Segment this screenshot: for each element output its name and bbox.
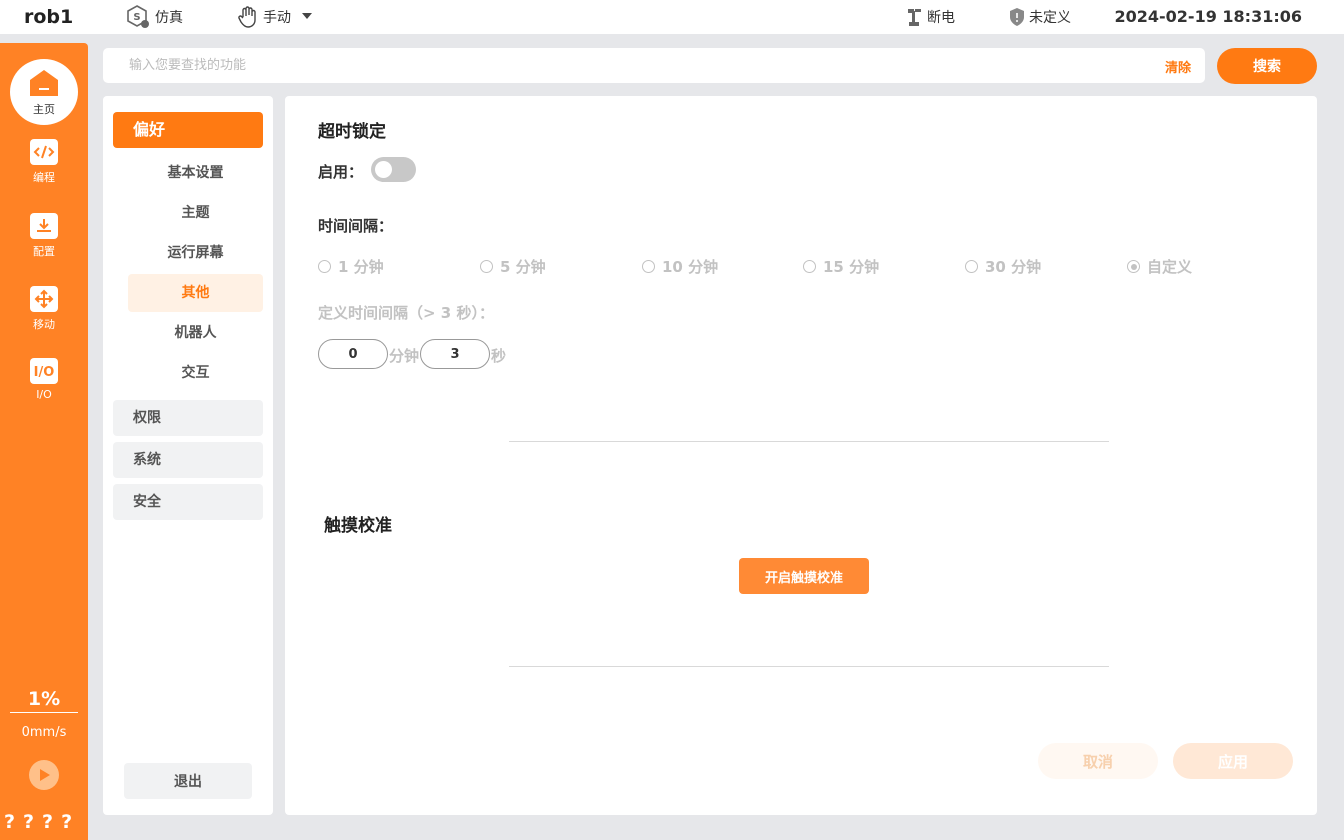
toggle-knob <box>375 161 392 178</box>
hand-icon <box>238 6 256 28</box>
search-input[interactable] <box>115 48 1115 83</box>
enable-label: 启用： <box>318 163 364 181</box>
chevron-down-icon <box>302 13 312 19</box>
safety-label: 未定义 <box>1029 10 1071 26</box>
power-label: 断电 <box>927 10 955 26</box>
nav-programming-label: 编程 <box>33 171 55 184</box>
menu-item-robot[interactable]: 机器人 <box>128 314 263 352</box>
play-button[interactable] <box>29 760 59 790</box>
robot-name: rob1 <box>24 6 74 28</box>
side-nav: 主页 编程 配置 移动 I/O I/O 1% 0mm/s ???? <box>0 43 88 840</box>
radio-circle <box>803 260 816 273</box>
search-bar: 清除 <box>103 48 1205 83</box>
datetime-display: 2024-02-19 18:31:06 <box>1114 7 1302 26</box>
robot-arm-icon <box>908 9 921 26</box>
radio-1-min[interactable]: 1 分钟 <box>318 256 384 277</box>
exit-button[interactable]: 退出 <box>124 763 252 799</box>
speed-percent[interactable]: 1% <box>10 688 78 713</box>
radio-circle-selected <box>1127 260 1140 273</box>
radio-label: 10 分钟 <box>662 258 719 276</box>
svg-text:I/O: I/O <box>34 365 55 380</box>
radio-circle <box>318 260 331 273</box>
nav-programming[interactable]: 编程 <box>0 139 88 185</box>
nav-home[interactable]: 主页 <box>10 59 78 125</box>
nav-move-label: 移动 <box>33 318 55 331</box>
config-download-icon <box>30 213 58 239</box>
simulation-icon: S <box>127 5 149 28</box>
radio-label: 15 分钟 <box>823 258 880 276</box>
cancel-button[interactable]: 取消 <box>1038 743 1158 779</box>
category-permissions[interactable]: 权限 <box>113 400 263 436</box>
seconds-unit: 秒 <box>491 347 507 365</box>
minutes-unit: 分钟 <box>389 347 420 365</box>
menu-item-basic-settings[interactable]: 基本设置 <box>128 154 263 192</box>
power-status: 断电 <box>906 4 955 30</box>
shield-icon <box>1010 8 1024 26</box>
menu-item-other[interactable]: 其他 <box>128 274 263 312</box>
nav-io-label: I/O <box>36 388 52 401</box>
radio-label: 5 分钟 <box>500 258 546 276</box>
menu-item-interaction[interactable]: 交互 <box>128 354 263 392</box>
top-bar: rob1 S 仿真 手动 断电 未定义 2024-02-19 18:31:06 <box>0 0 1344 34</box>
enable-toggle[interactable] <box>371 157 416 182</box>
radio-30-min[interactable]: 30 分钟 <box>965 256 1041 277</box>
home-icon <box>30 69 58 96</box>
radio-custom[interactable]: 自定义 <box>1127 256 1192 277</box>
nav-move[interactable]: 移动 <box>0 286 88 332</box>
radio-label: 自定义 <box>1147 258 1193 276</box>
settings-menu: 偏好 基本设置 主题 运行屏幕 其他 机器人 交互 权限 系统 安全 退出 <box>103 96 273 815</box>
clear-button[interactable]: 清除 <box>1165 57 1191 76</box>
nav-home-label: 主页 <box>33 102 55 116</box>
settings-content: 超时锁定 启用： 时间间隔： 1 分钟 5 分钟 10 分钟 15 分钟 30 … <box>285 96 1317 815</box>
speed-value: 0mm/s <box>21 725 67 740</box>
apply-button[interactable]: 应用 <box>1173 743 1293 779</box>
timeout-lock-title: 超时锁定 <box>318 122 386 142</box>
play-icon <box>40 769 50 781</box>
minutes-input[interactable] <box>318 339 388 369</box>
nav-io[interactable]: I/O I/O <box>0 358 88 401</box>
menu-item-theme[interactable]: 主题 <box>128 194 263 232</box>
interval-label: 时间间隔： <box>318 217 394 235</box>
code-icon <box>30 139 58 165</box>
radio-5-min[interactable]: 5 分钟 <box>480 256 546 277</box>
section-divider <box>509 441 1109 442</box>
safety-status: 未定义 <box>1008 4 1071 30</box>
menu-item-run-screen[interactable]: 运行屏幕 <box>128 234 263 272</box>
seconds-input[interactable] <box>420 339 490 369</box>
move-arrows-icon <box>30 286 58 312</box>
radio-circle <box>480 260 493 273</box>
category-system[interactable]: 系统 <box>113 442 263 478</box>
start-touch-calibration-button[interactable]: 开启触摸校准 <box>739 558 869 594</box>
nav-config-label: 配置 <box>33 245 55 258</box>
category-safety[interactable]: 安全 <box>113 484 263 520</box>
svg-text:S: S <box>133 12 140 23</box>
mode-indicator[interactable]: S 仿真 <box>126 4 183 30</box>
touch-calibration-title: 触摸校准 <box>324 516 392 536</box>
category-preferences[interactable]: 偏好 <box>113 112 263 148</box>
radio-10-min[interactable]: 10 分钟 <box>642 256 718 277</box>
radio-circle <box>965 260 978 273</box>
status-marks: ???? <box>4 811 81 833</box>
custom-interval-label: 定义时间间隔（> 3 秒）： <box>318 304 494 322</box>
radio-15-min[interactable]: 15 分钟 <box>803 256 879 277</box>
search-button[interactable]: 搜索 <box>1217 48 1317 84</box>
nav-config[interactable]: 配置 <box>0 213 88 259</box>
section-divider <box>509 666 1109 667</box>
mode-label: 仿真 <box>155 10 183 26</box>
control-mode-dropdown[interactable]: 手动 <box>236 4 322 30</box>
radio-label: 1 分钟 <box>338 258 384 276</box>
radio-label: 30 分钟 <box>985 258 1042 276</box>
control-mode-label: 手动 <box>263 10 291 26</box>
io-icon: I/O <box>30 358 58 384</box>
radio-circle <box>642 260 655 273</box>
